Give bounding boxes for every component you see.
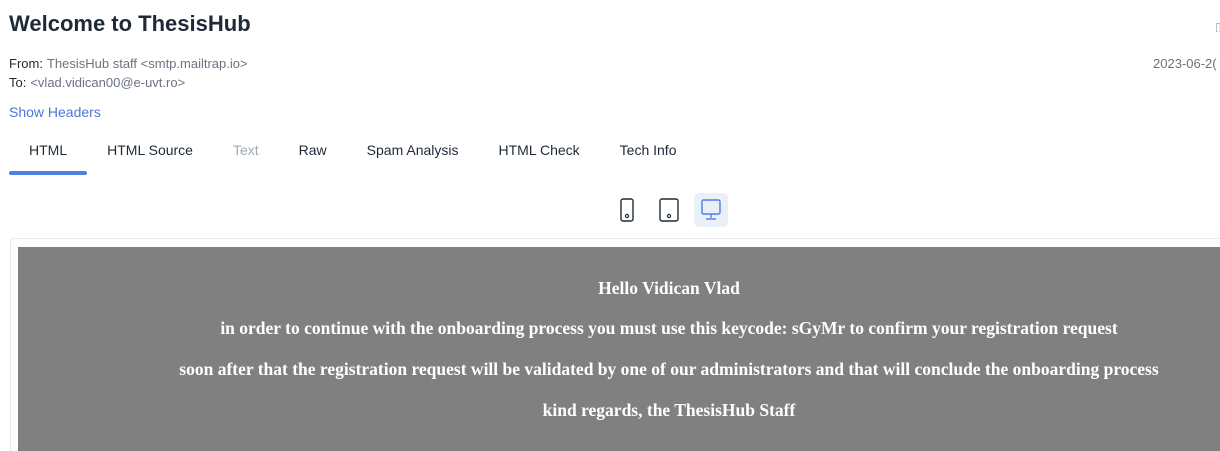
view-tabs: HTML HTML Source Text Raw Spam Analysis … [9, 133, 697, 175]
mobile-view-button[interactable] [610, 193, 644, 227]
email-line-validation: soon after that the registration request… [179, 359, 1159, 379]
tab-html-check[interactable]: HTML Check [479, 133, 600, 175]
message-subject: Welcome to ThesisHub [9, 11, 251, 36]
email-greeting: Hello Vidican Vlad [598, 278, 740, 298]
desktop-icon [701, 199, 721, 220]
message-viewer: Welcome to ThesisHub ▯ From: ThesisHub st… [0, 0, 1220, 451]
tablet-icon [659, 198, 679, 222]
message-date: 2023-06-2( [1153, 56, 1217, 71]
desktop-view-button[interactable] [694, 193, 728, 227]
email-signoff: kind regards, the ThesisHub Staff [542, 400, 796, 420]
show-headers-link[interactable]: Show Headers [9, 104, 101, 120]
to-value: <vlad.vidican00@e-uvt.ro> [30, 75, 186, 90]
from-value: ThesisHub staff <smtp.mailtrap.io> [46, 56, 248, 71]
mobile-icon [620, 198, 634, 222]
tab-raw[interactable]: Raw [279, 133, 347, 175]
from-row: From: ThesisHub staff <smtp.mailtrap.io> [9, 56, 248, 71]
tab-html[interactable]: HTML [9, 133, 88, 175]
from-label: From: [9, 56, 43, 71]
toolbar-icon[interactable]: ▯ [1215, 20, 1220, 32]
tab-spam-analysis[interactable]: Spam Analysis [347, 133, 479, 175]
tablet-view-button[interactable] [652, 193, 686, 227]
email-body: Hello Vidican Vlad in order to continue … [18, 247, 1220, 451]
to-label: To: [9, 75, 27, 90]
tab-tech-info[interactable]: Tech Info [600, 133, 697, 175]
tab-text: Text [232, 142, 259, 158]
to-row: To: <vlad.vidican00@e-uvt.ro> [9, 75, 185, 90]
tab-html-source[interactable]: HTML Source [87, 133, 213, 175]
email-line-keycode: in order to continue with the onboarding… [220, 318, 1118, 338]
